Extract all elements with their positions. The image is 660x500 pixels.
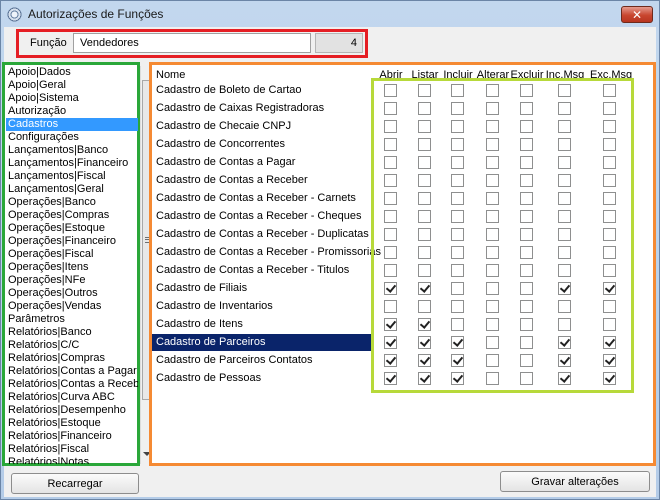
module-list-item[interactable]: Operações|Outros [6,287,138,300]
table-row[interactable]: Cadastro de Contas a Receber - Cheques [152,208,374,225]
module-list-item[interactable]: Relatórios|Financeiro [6,430,138,443]
module-list-item[interactable]: Relatórios|Curva ABC [6,391,138,404]
table-row[interactable]: Cadastro de Contas a Receber - Duplicata… [152,226,374,243]
row-name-cell: Cadastro de Pessoas [156,372,262,384]
table-row[interactable]: Cadastro de Concorrentes [152,136,374,153]
row-name-cell: Cadastro de Concorrentes [156,138,286,150]
module-list-item[interactable]: Relatórios|Compras [6,352,138,365]
module-list-item[interactable]: Cadastros [6,118,138,131]
module-list-item[interactable]: Relatórios|Notas [6,456,138,464]
row-name-cell: Cadastro de Parceiros Contatos [156,354,313,366]
table-row[interactable]: Cadastro de Pessoas [152,370,374,387]
module-list-item[interactable]: Lançamentos|Banco [6,144,138,157]
module-list-item[interactable]: Operações|Vendas [6,300,138,313]
table-row[interactable]: Cadastro de Caixas Registradoras [152,100,374,117]
module-list-item[interactable]: Apoio|Sistema [6,92,138,105]
module-list-item[interactable]: Operações|Fiscal [6,248,138,261]
module-list-items: Apoio|Dados Apoio|Geral Apoio|Sistema Autor… [6,66,140,464]
table-row[interactable]: Cadastro de Contas a Receber - Carnets [152,190,374,207]
row-name-cell: Cadastro de Checaie CNPJ [156,120,292,132]
row-name-cell: Cadastro de Contas a Receber - Duplicata… [156,228,369,240]
module-list-item[interactable]: Relatórios|Contas a Receber [6,378,138,391]
row-name-cell: Cadastro de Filiais [156,282,248,294]
module-list-item[interactable]: Operações|Itens [6,261,138,274]
module-list-item[interactable]: Lançamentos|Fiscal [6,170,138,183]
module-list-item[interactable]: Apoio|Geral [6,79,138,92]
table-row[interactable]: Cadastro de Boleto de Cartao [152,82,374,99]
table-row[interactable]: Cadastro de Inventarios [152,298,374,315]
module-list-item[interactable]: Relatórios|Desempenho [6,404,138,417]
row-name-cell: Cadastro de Contas a Receber - Carnets [156,192,356,204]
module-list-item[interactable]: Lançamentos|Financeiro [6,157,138,170]
funcao-name-field[interactable]: Vendedores [73,33,311,53]
module-list-item[interactable]: Operações|NFe [6,274,138,287]
module-list-item[interactable]: Relatórios|C/C [6,339,138,352]
row-name-cell: Cadastro de Parceiros [156,336,266,348]
reload-button[interactable]: Recarregar [11,473,139,494]
module-list-item[interactable]: Autorização [6,105,138,118]
table-row[interactable]: Cadastro de Parceiros Contatos [152,352,374,369]
module-list-item[interactable]: Configurações [6,131,138,144]
window-title: Autorizações de Funções [28,7,164,21]
module-list-item[interactable]: Parâmetros [6,313,138,326]
funcao-label: Função [30,37,67,49]
row-name-cell: Cadastro de Contas a Pagar [156,156,296,168]
module-list-item[interactable]: Operações|Compras [6,209,138,222]
module-list-item[interactable]: Operações|Banco [6,196,138,209]
checkbox-area-highlight [371,78,634,393]
module-list-item[interactable]: Operações|Estoque [6,222,138,235]
column-header-nome[interactable]: Nome [156,68,185,83]
app-icon [7,7,22,22]
module-list-item[interactable]: Apoio|Dados [6,66,138,79]
table-row[interactable]: Cadastro de Contas a Receber - Promissor… [152,244,381,261]
table-row[interactable]: Cadastro de Checaie CNPJ [152,118,374,135]
table-row[interactable]: Cadastro de Parceiros [152,334,374,351]
table-row[interactable]: Cadastro de Contas a Receber - Titulos [152,262,374,279]
table-row[interactable]: Cadastro de Itens [152,316,374,333]
module-list-item[interactable]: Relatórios|Banco [6,326,138,339]
module-list-item[interactable]: Relatórios|Estoque [6,417,138,430]
module-list[interactable]: Apoio|Dados Apoio|Geral Apoio|Sistema Autor… [2,62,154,466]
table-row[interactable]: Cadastro de Contas a Pagar [152,154,374,171]
save-changes-button[interactable]: Gravar alterações [500,471,650,492]
row-name-cell: Cadastro de Inventarios [156,300,273,312]
row-name-cell: Cadastro de Boleto de Cartao [156,84,302,96]
table-row[interactable]: Cadastro de Filiais [152,280,374,297]
row-name-cell: Cadastro de Caixas Registradoras [156,102,325,114]
close-button[interactable]: ✕ [621,6,653,23]
funcao-code-field: 4 [315,33,363,53]
row-name-cell: Cadastro de Contas a Receber [156,174,308,186]
row-name-cell: Cadastro de Contas a Receber - Promissor… [156,246,381,258]
module-list-item[interactable]: Relatórios|Fiscal [6,443,138,456]
row-name-cell: Cadastro de Contas a Receber - Titulos [156,264,350,276]
title-bar[interactable]: Autorizações de Funções ✕ [1,1,659,27]
row-name-cell: Cadastro de Contas a Receber - Cheques [156,210,362,222]
row-name-cell: Cadastro de Itens [156,318,243,330]
module-list-item[interactable]: Operações|Financeiro [6,235,138,248]
table-row[interactable]: Cadastro de Contas a Receber [152,172,374,189]
module-list-item[interactable]: Relatórios|Contas a Pagar [6,365,138,378]
module-list-item[interactable]: Lançamentos|Geral [6,183,138,196]
